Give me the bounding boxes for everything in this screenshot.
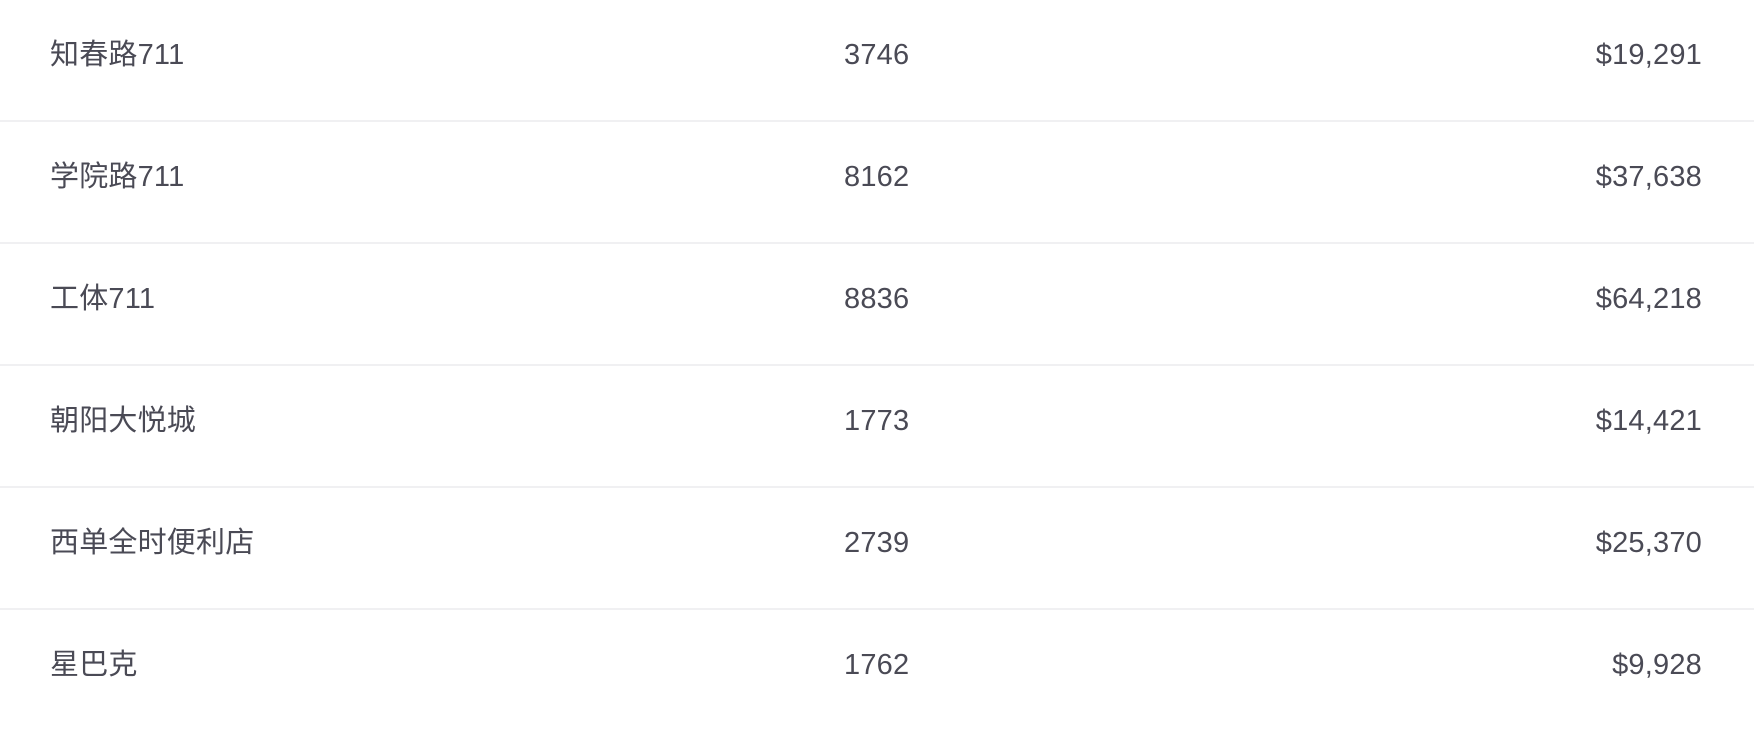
quantity-cell: 1762 [844,649,910,681]
store-name-cell: 学院路711 [50,161,185,193]
table-row[interactable]: 西单全时便利店 2739 $25,370 [0,488,1754,610]
table-row[interactable]: 知春路711 3746 $19,291 [0,0,1754,122]
store-name-cell: 知春路711 [50,39,185,71]
store-sales-table: 知春路711 3746 $19,291 学院路711 8162 $37,638 … [0,0,1754,732]
table-row[interactable]: 学院路711 8162 $37,638 [0,122,1754,244]
amount-cell: $19,291 [1595,39,1702,71]
store-name-cell: 星巴克 [50,649,138,681]
quantity-cell: 1773 [844,405,910,437]
table-row[interactable]: 星巴克 1762 $9,928 [0,610,1754,732]
table-row[interactable]: 工体711 8836 $64,218 [0,244,1754,366]
amount-cell: $9,928 [1612,649,1702,681]
amount-cell: $25,370 [1595,527,1702,559]
quantity-cell: 3746 [844,39,910,71]
amount-cell: $37,638 [1595,161,1702,193]
store-name-cell: 西单全时便利店 [50,527,255,559]
store-name-cell: 工体711 [50,283,156,315]
store-name-cell: 朝阳大悦城 [50,405,197,437]
quantity-cell: 2739 [844,527,910,559]
quantity-cell: 8836 [844,283,910,315]
table-row[interactable]: 朝阳大悦城 1773 $14,421 [0,366,1754,488]
amount-cell: $64,218 [1595,283,1702,315]
quantity-cell: 8162 [844,161,910,193]
amount-cell: $14,421 [1595,405,1702,437]
